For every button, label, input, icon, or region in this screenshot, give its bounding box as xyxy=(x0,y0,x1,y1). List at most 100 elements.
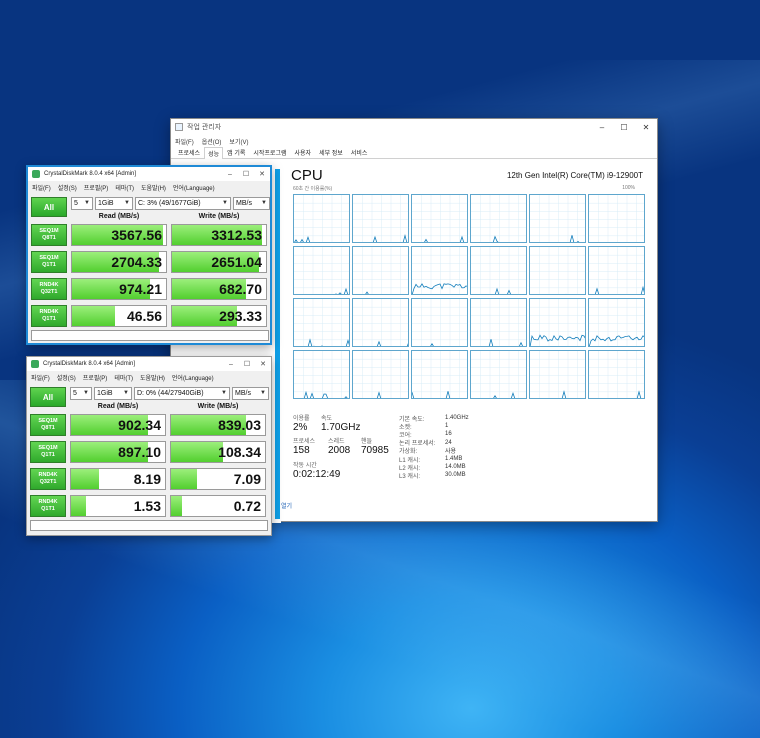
test-count-select[interactable]: 5 ▼ xyxy=(71,197,93,210)
speed-value: 1.70GHz xyxy=(321,422,361,433)
write-result: 2651.04 xyxy=(171,251,267,273)
test-button-seq1m-q1t1[interactable]: SEQ1M Q1T1 xyxy=(30,441,66,463)
drive-select[interactable]: C: 3% (49/1677GiB) ▼ xyxy=(135,197,231,210)
task-manager-titlebar[interactable]: 작업 관리자 – ☐ ✕ xyxy=(171,119,657,135)
run-all-button[interactable]: All xyxy=(31,197,67,217)
test-size-select[interactable]: 1GiB ▼ xyxy=(95,197,133,210)
test-button-seq1m-q8t1[interactable]: SEQ1M Q8T1 xyxy=(30,414,66,436)
test-size-select[interactable]: 1GiB ▼ xyxy=(94,387,132,400)
cpu-core-graph xyxy=(293,298,350,347)
cpu-core-graph xyxy=(588,194,645,243)
minimize-icon[interactable]: – xyxy=(223,361,239,368)
speed-label: 속도 xyxy=(321,416,333,422)
read-column-header: Read (MB/s) xyxy=(98,213,140,220)
utilization-graph-max: 100% xyxy=(622,185,635,191)
minimize-icon[interactable]: – xyxy=(591,123,613,132)
menu-file[interactable]: 파일(F) xyxy=(175,137,194,146)
tab-details[interactable]: 세부 정보 xyxy=(315,146,347,158)
cpu-core-graph xyxy=(352,350,409,399)
cdm-menubar: 파일(F) 설정(S) 프로필(P) 테마(T) 도움말(H) 언어(Langu… xyxy=(28,181,270,193)
menu-file[interactable]: 파일(F) xyxy=(31,373,50,382)
test-button-seq1m-q8t1[interactable]: SEQ1M Q8T1 xyxy=(31,224,67,246)
write-column-header: Write (MB/s) xyxy=(197,403,239,410)
read-result: 8.19 xyxy=(70,468,166,490)
test-button-rnd4k-q1t1[interactable]: RND4K Q1T1 xyxy=(31,305,67,327)
maximize-icon[interactable]: ☐ xyxy=(613,123,635,132)
run-all-button[interactable]: All xyxy=(30,387,66,407)
menu-language[interactable]: 언어(Language) xyxy=(172,373,214,382)
tab-users[interactable]: 사용자 xyxy=(291,146,316,158)
close-icon[interactable]: ✕ xyxy=(255,360,271,368)
detail-value: 1.40GHz xyxy=(445,415,469,422)
write-result: 293.33 xyxy=(171,305,267,327)
tab-performance[interactable]: 성능 xyxy=(204,147,224,159)
unit-select[interactable]: MB/s ▼ xyxy=(233,197,270,210)
cpu-core-graph xyxy=(529,350,586,399)
sidebar-scrollbar[interactable] xyxy=(275,169,280,519)
write-result: 3312.53 xyxy=(171,224,267,246)
threads-value: 2008 xyxy=(328,445,351,456)
task-manager-title: 작업 관리자 xyxy=(187,124,222,131)
cpu-core-graph xyxy=(470,298,527,347)
cdm-titlebar[interactable]: CrystalDiskMark 8.0.4 x64 [Admin] – ☐ ✕ xyxy=(28,167,270,181)
cpu-stats: 이용률 2% 속도 1.70GHz 프로세스 158 스레드 2008 핸들 7… xyxy=(293,413,643,513)
crystaldiskmark-window-d[interactable]: CrystalDiskMark 8.0.4 x64 [Admin] – ☐ ✕ … xyxy=(26,356,272,536)
menu-help[interactable]: 도움말(H) xyxy=(140,373,165,382)
maximize-icon[interactable]: ☐ xyxy=(238,170,254,178)
crystaldiskmark-window-c[interactable]: CrystalDiskMark 8.0.4 x64 [Admin] – ☐ ✕ … xyxy=(26,165,272,345)
tab-services[interactable]: 서비스 xyxy=(347,146,372,158)
cpu-details-list: 기본 속도: 1.40GHz 소켓: 1 코어: 16 논리 프로세서: 24 가상화:… xyxy=(399,414,469,480)
comment-field[interactable] xyxy=(31,330,269,341)
write-result: 0.72 xyxy=(170,495,266,517)
utilization-label: 이용률 xyxy=(293,416,310,422)
write-result: 7.09 xyxy=(170,468,266,490)
chevron-down-icon: ▼ xyxy=(84,200,90,206)
menu-view[interactable]: 보기(V) xyxy=(229,137,248,146)
menu-settings[interactable]: 설정(S) xyxy=(58,183,77,192)
test-button-rnd4k-q1t1[interactable]: RND4K Q1T1 xyxy=(30,495,66,517)
unit-select[interactable]: MB/s ▼ xyxy=(232,387,269,400)
chevron-down-icon: ▼ xyxy=(260,390,266,396)
tab-processes[interactable]: 프로세스 xyxy=(174,146,204,158)
drive-select[interactable]: D: 0% (44/27940GiB) ▼ xyxy=(134,387,230,400)
cpu-core-graph xyxy=(588,298,645,347)
detail-value: 1.4MB xyxy=(445,456,463,463)
result-bar xyxy=(72,306,116,326)
open-resource-monitor-link[interactable]: 열기 xyxy=(281,501,292,510)
write-result: 839.03 xyxy=(170,414,266,436)
menu-settings[interactable]: 설정(S) xyxy=(57,373,76,382)
cpu-core-graph xyxy=(352,298,409,347)
menu-file[interactable]: 파일(F) xyxy=(32,183,51,192)
close-icon[interactable]: ✕ xyxy=(254,170,270,178)
test-button-seq1m-q1t1[interactable]: SEQ1M Q1T1 xyxy=(31,251,67,273)
cpu-core-graph xyxy=(293,194,350,243)
test-button-rnd4k-q32t1[interactable]: RND4K Q32T1 xyxy=(30,468,66,490)
chevron-down-icon: ▼ xyxy=(221,390,227,396)
test-button-rnd4k-q32t1[interactable]: RND4K Q32T1 xyxy=(31,278,67,300)
tab-startup[interactable]: 시작프로그램 xyxy=(249,146,290,158)
detail-value: 1 xyxy=(445,423,449,430)
menu-profile[interactable]: 프로필(P) xyxy=(84,183,109,192)
cpu-core-graph xyxy=(411,298,468,347)
crystaldiskmark-app-icon xyxy=(31,360,39,368)
menu-profile[interactable]: 프로필(P) xyxy=(83,373,108,382)
detail-key: L3 캐시: xyxy=(399,473,421,480)
read-result: 897.10 xyxy=(70,441,166,463)
read-column-header: Read (MB/s) xyxy=(97,403,139,410)
maximize-icon[interactable]: ☐ xyxy=(239,360,255,368)
comment-field[interactable] xyxy=(30,520,268,531)
cpu-heading: CPU xyxy=(291,167,323,184)
menu-language[interactable]: 언어(Language) xyxy=(173,183,215,192)
menu-theme[interactable]: 테마(T) xyxy=(115,183,134,192)
cdm-titlebar[interactable]: CrystalDiskMark 8.0.4 x64 [Admin] – ☐ ✕ xyxy=(27,357,271,371)
detail-value: 사용 xyxy=(445,449,457,456)
chevron-down-icon: ▼ xyxy=(124,200,130,206)
tab-app-history[interactable]: 앱 기록 xyxy=(223,146,249,158)
minimize-icon[interactable]: – xyxy=(222,171,238,178)
close-icon[interactable]: ✕ xyxy=(635,123,657,132)
menu-options[interactable]: 옵션(O) xyxy=(202,137,222,146)
test-count-select[interactable]: 5 ▼ xyxy=(70,387,92,400)
menu-help[interactable]: 도움말(H) xyxy=(141,183,166,192)
menu-theme[interactable]: 테마(T) xyxy=(114,373,133,382)
read-result: 3567.56 xyxy=(71,224,167,246)
